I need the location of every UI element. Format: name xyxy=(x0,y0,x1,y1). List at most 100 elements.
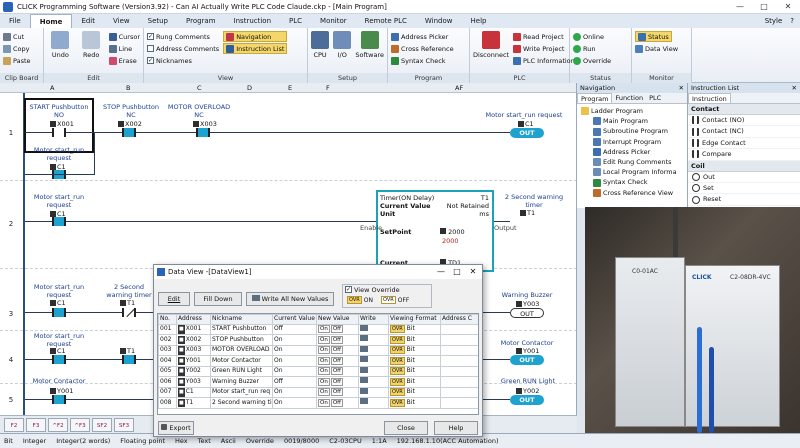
cell-new-value[interactable]: On Off xyxy=(316,397,359,409)
cell-viewing-format[interactable]: OVR Bit xyxy=(388,334,441,346)
cell-address[interactable]: ■ X001 xyxy=(176,323,211,335)
column-header-1[interactable]: Address xyxy=(176,314,211,325)
online-indicator[interactable]: Online xyxy=(573,31,604,42)
plc-information-button[interactable]: PLC Information xyxy=(513,55,575,66)
write-project-button[interactable]: Write Project xyxy=(513,43,575,54)
tab-plc[interactable]: PLC xyxy=(646,93,664,103)
set-on-button[interactable]: On xyxy=(318,346,330,354)
cell-write[interactable] xyxy=(358,376,389,388)
instruction-contact-nc[interactable]: Contact (NC) xyxy=(688,126,800,138)
address-comments-checkbox[interactable]: Address Comments xyxy=(147,43,219,54)
maximize-button[interactable]: □ xyxy=(752,2,776,11)
status-floating-point[interactable]: Floating point xyxy=(120,437,165,445)
instruction-reset[interactable]: Reset xyxy=(688,194,800,206)
tab-program[interactable]: Program xyxy=(177,14,225,28)
cell-new-value[interactable]: On Off xyxy=(316,355,359,367)
rung-comments-checkbox[interactable]: ✓ Rung Comments xyxy=(147,31,219,42)
coil-y003-out[interactable]: OUT xyxy=(510,308,544,318)
nav-item-interrupt-program[interactable]: Interrupt Program xyxy=(581,137,687,147)
style-dropdown[interactable]: Style xyxy=(765,17,783,25)
coil-y001-out[interactable]: OUT xyxy=(510,355,544,365)
cell-new-value[interactable]: On Off xyxy=(316,334,359,346)
redo-button[interactable]: Redo xyxy=(78,31,105,59)
write-icon[interactable] xyxy=(360,387,368,394)
set-on-button[interactable]: On xyxy=(318,335,330,344)
paste-button[interactable]: Paste xyxy=(3,55,31,66)
navigation-toggle[interactable]: Navigation xyxy=(223,31,288,42)
tab-file[interactable]: File xyxy=(0,14,30,28)
contact-c1[interactable] xyxy=(52,217,66,226)
minimize-button[interactable]: — xyxy=(728,2,752,11)
nav-item-cross-reference[interactable]: Cross Reference View xyxy=(581,188,687,198)
io-button[interactable]: I/O xyxy=(333,31,352,59)
undo-button[interactable]: Undo xyxy=(47,31,74,59)
override-indicator[interactable]: Override xyxy=(573,55,611,66)
run-indicator[interactable]: Run xyxy=(573,43,595,54)
close-icon[interactable]: ✕ xyxy=(792,83,797,93)
set-on-button[interactable]: On xyxy=(318,325,330,333)
set-on-button[interactable]: On xyxy=(318,388,330,396)
tab-edit[interactable]: Edit xyxy=(72,14,104,28)
cell-viewing-format[interactable]: OVR Bit xyxy=(388,365,441,377)
address-picker-button[interactable]: Address Picker xyxy=(391,31,448,42)
help-icon[interactable]: ? xyxy=(790,17,794,25)
nav-item-main-program[interactable]: Main Program xyxy=(581,116,687,126)
tab-remote-plc[interactable]: Remote PLC xyxy=(356,14,416,28)
cell-viewing-format[interactable]: OVR Bit xyxy=(388,386,441,398)
cell-new-value[interactable]: On Off xyxy=(316,344,359,356)
view-override-checkbox[interactable]: ✓ View Override xyxy=(345,284,400,295)
tab-instruction[interactable]: Instruction xyxy=(688,93,731,103)
fkey-shift-f3[interactable]: SF3 xyxy=(114,417,134,432)
set-off-button[interactable]: Off xyxy=(330,325,343,333)
minimize-button[interactable]: — xyxy=(434,265,448,279)
nav-item-syntax-check[interactable]: Syntax Check xyxy=(581,177,687,187)
category-contact[interactable]: Contact xyxy=(688,104,800,115)
cell-address[interactable]: ■ Y002 xyxy=(176,365,211,377)
column-header-3[interactable]: Current Value xyxy=(272,314,317,325)
coil-c1-out[interactable]: OUT xyxy=(510,128,544,138)
tab-program[interactable]: Program xyxy=(577,93,613,103)
close-icon[interactable]: ✕ xyxy=(466,265,480,279)
coil-y002-out[interactable]: OUT xyxy=(510,395,544,405)
tab-setup[interactable]: Setup xyxy=(139,14,177,28)
tab-monitor[interactable]: Monitor xyxy=(311,14,356,28)
cross-reference-button[interactable]: Cross Reference xyxy=(391,43,454,54)
write-icon[interactable] xyxy=(360,356,368,362)
tab-help[interactable]: Help xyxy=(462,14,496,28)
cell-write[interactable] xyxy=(358,355,389,367)
copy-button[interactable]: Copy xyxy=(3,43,30,54)
column-header-0[interactable]: No. xyxy=(158,314,177,325)
status-text[interactable]: Text xyxy=(198,437,211,445)
table-row[interactable]: 005 ■ Y002 Green RUN Light On On Off OVR Bit xyxy=(158,365,478,377)
column-header-4[interactable]: New Value xyxy=(316,314,359,325)
set-off-button[interactable]: Off xyxy=(330,388,343,396)
close-button[interactable]: Close xyxy=(384,421,428,435)
tab-window[interactable]: Window xyxy=(416,14,462,28)
cursor-button[interactable]: Cursor xyxy=(108,31,140,42)
cell-write[interactable] xyxy=(358,334,389,346)
instruction-edge-contact[interactable]: Edge Contact xyxy=(688,138,800,150)
write-icon[interactable] xyxy=(360,366,368,373)
status-ascii[interactable]: Ascii xyxy=(221,437,236,445)
cell-address[interactable]: ■ Y001 xyxy=(176,355,211,367)
cell-new-value[interactable]: On Off xyxy=(316,365,359,377)
cell-new-value[interactable]: On Off xyxy=(316,323,359,335)
write-icon[interactable] xyxy=(360,398,368,404)
table-row[interactable]: 001 ■ X001 START Pushbutton Off On Off OVR Bit xyxy=(158,323,478,335)
fkey-f3[interactable]: F3 xyxy=(26,417,46,432)
write-icon[interactable] xyxy=(360,377,368,383)
contact-c1[interactable] xyxy=(52,308,66,317)
cell-new-value[interactable]: On Off xyxy=(316,376,359,388)
status-integer[interactable]: Integer xyxy=(23,437,46,445)
table-row[interactable]: 004 ■ Y001 Motor Contactor On On Off OVR Bit xyxy=(158,355,478,367)
tab-home[interactable]: Home xyxy=(29,14,73,28)
instruction-compare[interactable]: Compare xyxy=(688,149,800,161)
nicknames-checkbox[interactable]: ✓ Nicknames xyxy=(147,55,219,66)
column-header-5[interactable]: Write xyxy=(358,314,389,325)
set-on-button[interactable]: On xyxy=(318,377,330,386)
nav-item-subroutine-program[interactable]: Subroutine Program xyxy=(581,126,687,136)
cell-address[interactable]: ■ X002 xyxy=(176,334,211,346)
cell-viewing-format[interactable]: OVR Bit xyxy=(388,344,441,356)
nav-item-edit-rung-comments[interactable]: Edit Rung Comments xyxy=(581,157,687,167)
write-all-new-values-button[interactable]: Write All New Values xyxy=(246,292,334,306)
